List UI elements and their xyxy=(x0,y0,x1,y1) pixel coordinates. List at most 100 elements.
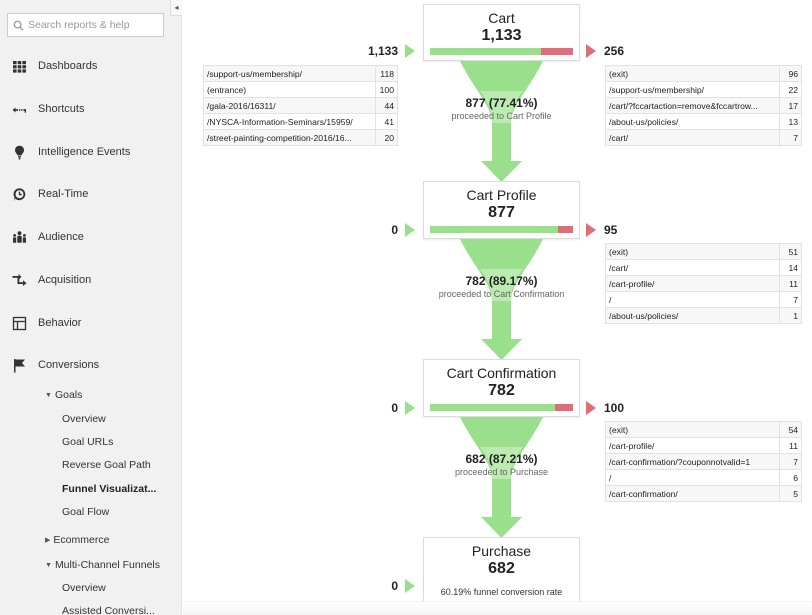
path-url: (exit) xyxy=(605,421,780,438)
path-url: / xyxy=(605,291,780,308)
nav-item-label: Audience xyxy=(38,231,84,243)
nav-item-label: Conversions xyxy=(38,359,100,371)
nav-sub-assisted-conversions[interactable]: Assisted Conversi... xyxy=(62,605,155,615)
path-row[interactable]: /cart-confirmation/5 xyxy=(605,485,802,502)
proceed-count: 682 (87.21%) xyxy=(465,452,538,466)
path-row[interactable]: /gala-2016/16311/44 xyxy=(203,97,398,114)
path-url: /NYSCA-Information-Seminars/15959/ xyxy=(203,113,376,130)
path-row[interactable]: /support-us/membership/118 xyxy=(203,65,398,82)
step-name: Cart xyxy=(488,10,515,26)
nav-item-audience[interactable]: Audience xyxy=(0,225,170,249)
nav-sub-goal-urls[interactable]: Goal URLs xyxy=(62,436,113,448)
exit-paths-table: (exit) 51/cart/14/cart-profile/11/7/about… xyxy=(605,243,802,324)
path-count: 11 xyxy=(779,275,802,292)
path-count: 7 xyxy=(779,291,802,308)
grid-icon xyxy=(0,59,38,74)
exit-arrow-icon xyxy=(586,401,596,415)
path-row[interactable]: /support-us/membership/22 xyxy=(605,81,802,98)
path-row[interactable]: /about-us/policies/13 xyxy=(605,113,802,130)
exit-paths-body: (exit) 54/cart-profile/11/cart-confirmati… xyxy=(605,421,802,502)
nav-sub-reverse-goal-path[interactable]: Reverse Goal Path xyxy=(62,459,151,471)
funnel-step-cart-profile[interactable]: Cart Profile 877 xyxy=(423,181,580,239)
exit-paths-body: (exit) 51/cart/14/cart-profile/11/7/about… xyxy=(605,243,802,324)
nav-group-goals[interactable]: ▼ Goals xyxy=(45,389,82,401)
path-url: /street-painting-competition-2016/16... xyxy=(203,129,376,146)
step-progress-bar xyxy=(430,404,573,411)
path-row[interactable]: (exit) 51 xyxy=(605,243,802,260)
nav-group-label: Ecommerce xyxy=(53,534,110,546)
exits-count: 95 xyxy=(604,223,618,237)
path-row[interactable]: /NYSCA-Information-Seminars/15959/41 xyxy=(203,113,398,130)
path-count: 22 xyxy=(779,81,802,98)
path-count: 5 xyxy=(779,485,802,502)
caret-right-icon: ▶ xyxy=(45,537,51,544)
step-value: 682 xyxy=(488,560,515,577)
path-url: /cart-confirmation/ xyxy=(605,485,780,502)
path-row[interactable]: /cart-profile/11 xyxy=(605,275,802,292)
path-count: 54 xyxy=(779,421,802,438)
funnel-visualization: Cart 1,133 1,133 256 /support-us/members… xyxy=(183,0,812,615)
entries-count: 0 xyxy=(391,401,398,415)
path-count: 14 xyxy=(779,259,802,276)
path-row[interactable]: (exit) 96 xyxy=(605,65,802,82)
path-row[interactable]: /6 xyxy=(605,469,802,486)
funnel-conversion-rate: 60.19% funnel conversion rate xyxy=(440,587,563,597)
path-row[interactable]: /cart-confirmation/?couponnotvalid=1 7 xyxy=(605,453,802,470)
nav-item-dashboards[interactable]: Dashboards xyxy=(0,54,170,78)
entry-arrow-icon xyxy=(405,44,415,58)
nav-sub-funnel-visualization[interactable]: Funnel Visualizat... xyxy=(62,483,156,495)
funnel-step-cart[interactable]: Cart 1,133 xyxy=(423,4,580,61)
path-row[interactable]: /street-painting-competition-2016/16... 2… xyxy=(203,129,398,146)
bottom-strip xyxy=(183,601,812,615)
path-url: /cart/?fccartaction=remove&fccartrow... xyxy=(605,97,780,114)
path-count: 44 xyxy=(375,97,398,114)
path-url: /about-us/policies/ xyxy=(605,307,780,324)
nav-item-conversions[interactable]: Conversions xyxy=(0,353,170,377)
search-input[interactable] xyxy=(28,19,158,31)
nav-item-behavior[interactable]: Behavior xyxy=(0,311,170,335)
entry-arrow-icon xyxy=(405,401,415,415)
nav-item-label: Dashboards xyxy=(38,60,98,72)
exit-arrow-icon xyxy=(586,223,596,237)
path-row[interactable]: /cart/14 xyxy=(605,259,802,276)
path-row[interactable]: /cart/7 xyxy=(605,129,802,146)
path-url: (exit) xyxy=(605,243,780,260)
path-url: /cart-confirmation/?couponnotvalid=1 xyxy=(605,453,780,470)
path-row[interactable]: /about-us/policies/1 xyxy=(605,307,802,324)
path-count: 11 xyxy=(779,437,802,454)
nav-group-label: Goals xyxy=(54,389,83,401)
nav-sub-goals-overview[interactable]: Overview xyxy=(62,413,106,425)
collapse-sidebar-button[interactable]: ◂ xyxy=(170,0,182,16)
path-count: 20 xyxy=(375,129,398,146)
path-row[interactable]: /cart/?fccartaction=remove&fccartrow... 1… xyxy=(605,97,802,114)
path-row[interactable]: (entrance) 100 xyxy=(203,81,398,98)
caret-down-icon: ▼ xyxy=(45,392,52,399)
nav-item-acquisition[interactable]: Acquisition xyxy=(0,268,170,292)
nav-group-multi-channel-funnels[interactable]: ▼ Multi-Channel Funnels xyxy=(45,559,160,571)
step-progress-fill xyxy=(430,404,555,411)
entry-paths-body: /support-us/membership/118 (entrance) 100/… xyxy=(203,65,398,146)
path-row[interactable]: /cart-profile/11 xyxy=(605,437,802,454)
path-row[interactable]: (exit) 54 xyxy=(605,421,802,438)
search-icon xyxy=(13,20,24,31)
path-url: /cart-profile/ xyxy=(605,437,780,454)
nav-group-ecommerce[interactable]: ▶ Ecommerce xyxy=(45,534,109,546)
entries-count: 0 xyxy=(391,223,398,237)
funnel-step-cart-confirmation[interactable]: Cart Confirmation 782 xyxy=(423,359,580,417)
nav-item-intelligence-events[interactable]: Intelligence Events xyxy=(0,140,170,164)
path-row[interactable]: /7 xyxy=(605,291,802,308)
nav-item-shortcuts[interactable]: Shortcuts xyxy=(0,97,170,121)
search-box[interactable] xyxy=(7,13,164,37)
nav-sub-goal-flow[interactable]: Goal Flow xyxy=(62,506,109,518)
nav-item-real-time[interactable]: Real-Time xyxy=(0,182,170,206)
entry-paths-table: /support-us/membership/118 (entrance) 100/… xyxy=(203,65,398,146)
step-progress-fill xyxy=(430,48,541,55)
lightbulb-icon xyxy=(0,145,38,160)
proceed-summary: 682 (87.21%) proceeded to Purchase xyxy=(403,452,600,477)
nav-sub-mcf-overview[interactable]: Overview xyxy=(62,582,106,594)
funnel-flow-shape xyxy=(460,239,543,360)
proceed-summary: 877 (77.41%) proceeded to Cart Profile xyxy=(403,96,600,121)
proceed-label: proceeded to Cart Confirmation xyxy=(438,289,565,299)
path-count: 51 xyxy=(779,243,802,260)
path-url: /support-us/membership/ xyxy=(605,81,780,98)
